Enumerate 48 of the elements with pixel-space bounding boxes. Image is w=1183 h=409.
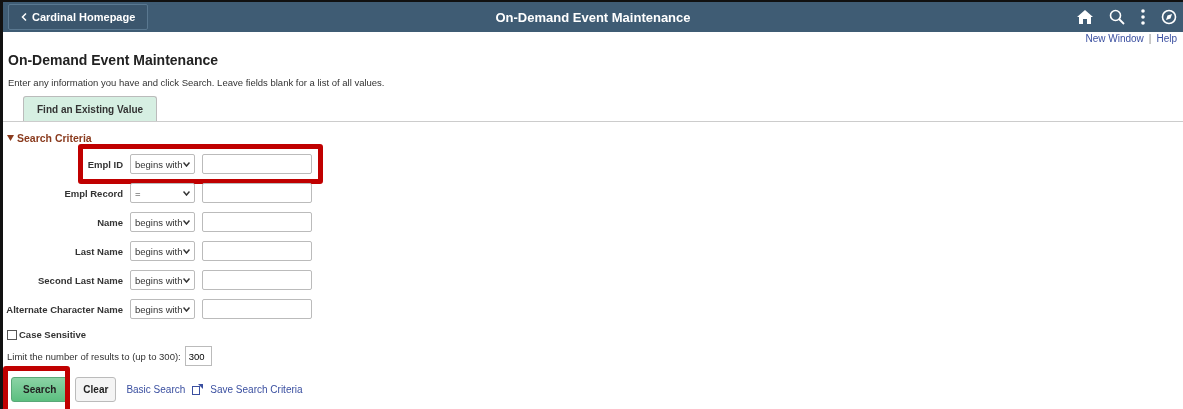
operator-dropdown[interactable]: begins with xyxy=(130,241,195,261)
field-label: Second Last Name xyxy=(37,274,123,286)
limit-field[interactable]: 300 xyxy=(184,346,212,366)
new-window-link[interactable]: New Window xyxy=(1085,33,1144,44)
homepage-button[interactable]: Cardinal Homepage xyxy=(8,4,149,30)
header-title: On-Demand Event Maintenance xyxy=(495,9,691,25)
operator-dropdown[interactable]: begins with xyxy=(130,212,195,232)
input-field[interactable] xyxy=(202,212,312,232)
input-field[interactable] xyxy=(202,270,312,290)
field-label: Alternate Character Name xyxy=(5,303,123,315)
operator-dropdown[interactable]: begins with xyxy=(130,154,195,174)
operator-dropdown[interactable]: begins with xyxy=(130,299,195,319)
field-label: Last Name xyxy=(73,245,123,257)
operator-dropdown[interactable]: = xyxy=(130,183,195,203)
field-label: Name xyxy=(96,216,123,228)
save-search-criteria-link[interactable]: Save Search Criteria xyxy=(210,384,303,395)
input-field[interactable] xyxy=(202,299,312,319)
chevron-down-icon xyxy=(183,219,190,225)
case-sensitive-checkbox[interactable]: Case Sensitive xyxy=(7,329,1183,340)
link-separator: | xyxy=(1148,33,1152,44)
input-field[interactable] xyxy=(202,154,312,174)
home-icon[interactable] xyxy=(1077,10,1093,24)
help-link[interactable]: Help xyxy=(1156,33,1177,44)
checkbox-label: Case Sensitive xyxy=(19,329,87,340)
chevron-left-icon xyxy=(21,13,27,21)
triangle-icon xyxy=(7,135,14,141)
operator-dropdown[interactable]: begins with xyxy=(130,270,195,290)
checkbox[interactable] xyxy=(7,329,17,340)
navigator-compass-icon[interactable] xyxy=(1161,9,1177,25)
search-criteria-toggle[interactable]: Search Criteria xyxy=(7,132,92,144)
field-label: Empl Record xyxy=(63,187,123,199)
instructions-text: Enter any information you have and click Search. Leave fields blank for a list of all values. xyxy=(8,77,386,88)
save-icon xyxy=(192,384,204,395)
chevron-down-icon xyxy=(183,161,190,167)
chevron-down-icon xyxy=(183,248,190,254)
input-field[interactable] xyxy=(202,241,312,261)
chevron-down-icon xyxy=(183,277,190,283)
limit-label: Limit the number of results to (up to 300): xyxy=(7,350,181,362)
clear-button[interactable]: Clear xyxy=(75,377,117,402)
more-options-icon[interactable] xyxy=(1141,9,1145,25)
basic-search-link[interactable]: Basic Search xyxy=(126,384,186,395)
page-title: On-Demand Event Maintenance xyxy=(8,52,220,68)
input-field[interactable] xyxy=(202,183,312,203)
search-icon[interactable] xyxy=(1109,9,1125,25)
tab[interactable]: Find an Existing Value xyxy=(23,96,158,121)
chevron-down-icon xyxy=(183,306,190,312)
chevron-down-icon xyxy=(183,190,190,196)
field-label: Empl ID xyxy=(86,158,123,170)
